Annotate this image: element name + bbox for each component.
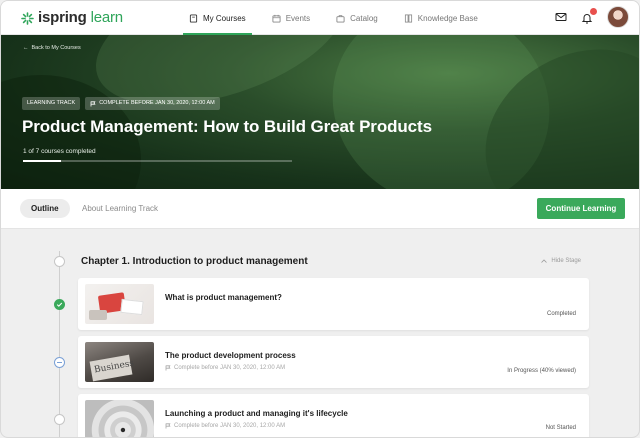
course-title: The product development process [165, 351, 296, 360]
top-navigation-bar: ispring learn My Courses Events Catalog … [1, 1, 639, 35]
course-deadline-label: Complete before JAN 30, 2020, 12:00 AM [174, 365, 286, 371]
catalog-icon [336, 14, 345, 23]
course-status: Not Started [545, 425, 576, 431]
nav-label: Events [285, 13, 311, 23]
flag-icon [165, 365, 171, 371]
nav-my-courses[interactable]: My Courses [181, 1, 254, 35]
minus-icon [57, 362, 62, 363]
course-title: Product Management: How to Build Great P… [22, 117, 432, 136]
thumbnail-shape [89, 310, 107, 320]
tab-about-learning-track[interactable]: About Learning Track [71, 199, 169, 218]
completed-marker [54, 299, 65, 310]
course-card[interactable]: What is product management? Completed [78, 278, 589, 330]
course-card[interactable]: Launching a product and managing it's li… [78, 394, 589, 437]
deadline-chip: COMPLETE BEFORE JAN 30, 2020, 12:00 AM [85, 97, 220, 110]
arrow-left-icon: ← [23, 45, 29, 51]
app-window: ispring learn My Courses Events Catalog … [0, 0, 640, 438]
thumbnail-shape [120, 298, 144, 316]
course-deadline: Complete before JAN 30, 2020, 12:00 AM [165, 365, 285, 371]
logo-text-accent: learn [90, 9, 124, 26]
logo-text-main: ispring [38, 9, 87, 26]
progress-bar-fill [23, 160, 62, 162]
logo-mark-icon [21, 11, 34, 25]
course-thumbnail: Business [85, 342, 154, 382]
course-status: Completed [546, 311, 576, 317]
nav-label: Catalog [350, 13, 378, 23]
library-icon [404, 13, 412, 23]
tab-outline[interactable]: Outline [20, 199, 70, 218]
course-thumbnail [85, 284, 154, 324]
nav-events[interactable]: Events [264, 1, 318, 35]
hide-stage-label: Hide Stage [551, 258, 581, 264]
check-icon [56, 302, 63, 307]
book-icon [189, 13, 198, 23]
in-progress-marker [54, 357, 65, 368]
flag-icon [165, 423, 171, 429]
logo-text: ispring learn [38, 10, 123, 26]
not-started-marker [54, 414, 65, 425]
header-tools [555, 6, 629, 28]
hero-chips: LEARNING TRACK COMPLETE BEFORE JAN 30, 2… [22, 97, 220, 110]
notifications-button[interactable] [581, 8, 597, 24]
deadline-chip-label: COMPLETE BEFORE JAN 30, 2020, 12:00 AM [99, 100, 215, 106]
back-link-label: Back to My Courses [31, 45, 81, 51]
course-hero-banner: ← Back to My Courses LEARNING TRACK COMP… [1, 35, 639, 189]
course-deadline-label: Complete before JAN 30, 2020, 12:00 AM [174, 423, 286, 429]
nav-catalog[interactable]: Catalog [328, 1, 386, 35]
chapter-title: Chapter 1. Introduction to product manag… [81, 256, 308, 267]
course-card[interactable]: Business The product development process… [78, 336, 589, 388]
hide-stage-button[interactable]: Hide Stage [541, 258, 581, 264]
chevron-up-icon [541, 259, 548, 263]
logo[interactable]: ispring learn [21, 10, 123, 26]
back-link[interactable]: ← Back to My Courses [23, 45, 81, 51]
nav-knowledge-base[interactable]: Knowledge Base [396, 1, 486, 35]
progress-bar [23, 160, 292, 162]
timeline-line [59, 251, 60, 437]
calendar-icon [272, 14, 281, 23]
type-chip-label: LEARNING TRACK [27, 100, 76, 106]
notification-badge [590, 8, 597, 15]
user-avatar[interactable] [607, 6, 629, 28]
type-chip: LEARNING TRACK [22, 97, 81, 110]
nav-label: Knowledge Base [417, 13, 478, 23]
tabs-bar: Outline About Learning Track Continue Le… [1, 189, 639, 229]
progress-text: 1 of 7 courses completed [23, 148, 96, 155]
continue-learning-button[interactable]: Continue Learning [537, 198, 625, 219]
flag-icon [90, 100, 96, 106]
mail-icon[interactable] [555, 11, 567, 23]
course-title: What is product management? [165, 293, 282, 302]
course-deadline: Complete before JAN 30, 2020, 12:00 AM [165, 423, 285, 429]
main-nav: My Courses Events Catalog Knowledge Base [181, 1, 496, 35]
course-thumbnail [85, 400, 154, 437]
course-title: Launching a product and managing it's li… [165, 409, 348, 418]
course-status: In Progress (40% viewed) [507, 368, 576, 374]
nav-label: My Courses [203, 13, 246, 23]
chapter-marker [54, 256, 65, 267]
